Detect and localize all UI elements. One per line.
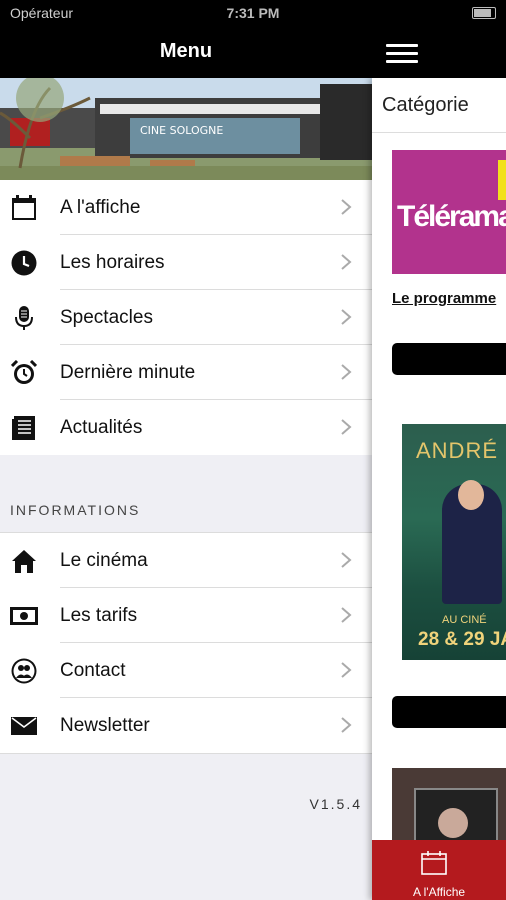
menu-item-label: Contact bbox=[60, 659, 126, 681]
menu-item-label: Actualités bbox=[60, 416, 143, 438]
menu-item-newsletter[interactable]: Newsletter bbox=[0, 698, 372, 753]
contacts-icon bbox=[10, 657, 38, 685]
menu-item-label: Newsletter bbox=[60, 714, 150, 736]
menu-item-contact[interactable]: Contact bbox=[0, 643, 372, 698]
calendar-icon bbox=[421, 851, 447, 875]
chevron-right-icon bbox=[341, 552, 352, 568]
poster-text: Télérama' bbox=[397, 200, 506, 233]
card-button[interactable] bbox=[392, 343, 506, 375]
top-bar: Opérateur 7:31 PM Menu bbox=[0, 0, 506, 78]
menu-item-les-horaires[interactable]: Les horaires bbox=[0, 235, 372, 290]
svg-text:CINE SOLOGNE: CINE SOLOGNE bbox=[140, 124, 223, 137]
chevron-right-icon bbox=[341, 364, 352, 380]
menu-item-label: Dernière minute bbox=[60, 361, 196, 383]
menu-item-spectacles[interactable]: Spectacles bbox=[0, 290, 372, 345]
tab-a-l-affiche[interactable]: A l'Affiche bbox=[372, 840, 506, 900]
app-version: V1.5.4 bbox=[309, 796, 362, 812]
page-title: Menu bbox=[159, 40, 213, 62]
poster-title: ANDRÉ bbox=[416, 438, 499, 463]
chevron-right-icon bbox=[341, 254, 352, 270]
menu-item-derniere-minute[interactable]: Dernière minute bbox=[0, 345, 372, 400]
menu-item-actualites[interactable]: Actualités bbox=[0, 400, 372, 455]
menu-item-les-tarifs[interactable]: Les tarifs bbox=[0, 588, 372, 643]
menu-item-label: A l'affiche bbox=[60, 196, 141, 218]
section-informations: INFORMATIONS bbox=[0, 455, 372, 532]
main-content: Catégorie Télérama' Le programme ANDRÉ A… bbox=[372, 78, 506, 900]
battery-icon bbox=[472, 7, 496, 19]
hamburger-menu-icon[interactable] bbox=[386, 44, 418, 66]
newspaper-icon bbox=[10, 414, 38, 442]
status-bar: Opérateur 7:31 PM bbox=[0, 4, 506, 24]
envelope-icon bbox=[10, 712, 38, 740]
movie-poster[interactable]: ANDRÉ AU CINÉ 28 & 29 JAN bbox=[392, 416, 506, 666]
money-icon bbox=[10, 602, 38, 630]
main-menu-list: A l'affiche Les horaires Spectacles Dern… bbox=[0, 180, 372, 455]
chevron-right-icon bbox=[341, 607, 352, 623]
menu-item-label: Les tarifs bbox=[60, 604, 138, 626]
clock-icon bbox=[10, 249, 38, 277]
info-menu-list: Le cinéma Les tarifs Contact Newsletter bbox=[0, 532, 372, 754]
menu-item-label: Spectacles bbox=[60, 306, 153, 328]
menu-item-a-l-affiche[interactable]: A l'affiche bbox=[0, 180, 372, 235]
poster-subtitle: AU CINÉ bbox=[442, 614, 487, 626]
chevron-right-icon bbox=[341, 662, 352, 678]
program-link[interactable]: Le programme bbox=[392, 290, 496, 307]
chevron-right-icon bbox=[341, 199, 352, 215]
card-button[interactable] bbox=[392, 696, 506, 728]
chevron-right-icon bbox=[341, 419, 352, 435]
category-label[interactable]: Catégorie bbox=[382, 94, 469, 117]
menu-item-label: Les horaires bbox=[60, 251, 165, 273]
program-card-image[interactable]: Télérama' bbox=[392, 150, 506, 290]
alarm-clock-icon bbox=[10, 359, 38, 387]
section-header: INFORMATIONS bbox=[10, 502, 141, 518]
microphone-icon bbox=[10, 304, 38, 332]
home-icon bbox=[10, 547, 38, 575]
chevron-right-icon bbox=[341, 309, 352, 325]
tab-label: A l'Affiche bbox=[412, 885, 466, 899]
side-drawer: CINE SOLOGNE A l'affiche Les horaires Sp… bbox=[0, 78, 372, 900]
poster-date: 28 & 29 JAN bbox=[418, 629, 506, 650]
menu-item-le-cinema[interactable]: Le cinéma bbox=[0, 533, 372, 588]
status-time: 7:31 PM bbox=[226, 5, 280, 21]
chevron-right-icon bbox=[341, 717, 352, 733]
menu-item-label: Le cinéma bbox=[60, 549, 148, 571]
cinema-header-image: CINE SOLOGNE bbox=[0, 78, 372, 180]
calendar-icon bbox=[10, 194, 38, 222]
